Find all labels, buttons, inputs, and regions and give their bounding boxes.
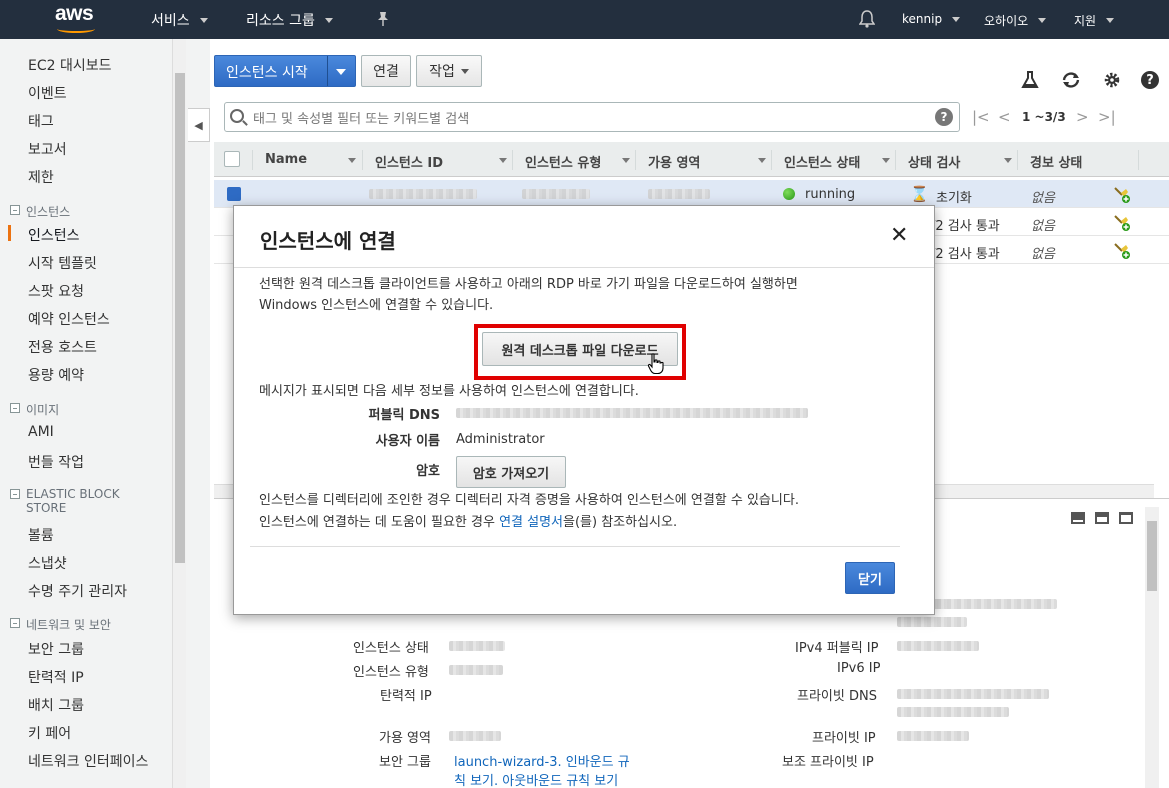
dialog-intro-line-1: 선택한 원격 데스크톱 클라이언트를 사용하고 아래의 RDP 바로 가기 파일… <box>259 277 798 292</box>
hand-cursor-icon <box>647 353 664 375</box>
directory-credentials-note: 인스턴스를 디렉터리에 조인한 경우 디렉터리 자격 증명을 사용하여 인스턴스… <box>259 493 799 508</box>
help-line: 인스턴스에 연결하는 데 도움이 필요한 경우 연결 설명서을(를) 참조하십시… <box>259 511 677 530</box>
redacted-public-dns <box>456 408 808 418</box>
dialog-header: 인스턴스에 연결 ✕ <box>234 206 934 268</box>
dialog-divider <box>250 546 900 547</box>
public-dns-label: 퍼블릭 DNS <box>368 408 440 423</box>
password-label: 암호 <box>416 464 440 479</box>
help-prefix: 인스턴스에 연결하는 데 도움이 필요한 경우 <box>259 515 500 530</box>
close-button[interactable]: 닫기 <box>845 562 895 594</box>
username-label: 사용자 이름 <box>375 434 440 449</box>
close-icon[interactable]: ✕ <box>890 225 908 247</box>
dialog-intro-line-2: Windows 인스턴스에 연결할 수 있습니다. <box>259 298 494 313</box>
connect-details-prompt: 메시지가 표시되면 다음 세부 정보를 사용하여 인스턴스에 연결합니다. <box>259 384 639 399</box>
username-value: Administrator <box>456 432 545 447</box>
get-password-button[interactable]: 암호 가져오기 <box>456 456 566 488</box>
connect-instance-dialog: 인스턴스에 연결 ✕ 선택한 원격 데스크톱 클라이언트를 사용하고 아래의 R… <box>233 205 935 615</box>
modal-overlay: 인스턴스에 연결 ✕ 선택한 원격 데스크톱 클라이언트를 사용하고 아래의 R… <box>0 0 1169 788</box>
help-suffix: 을(를) 참조하십시오. <box>563 515 678 530</box>
dialog-title: 인스턴스에 연결 <box>260 229 396 253</box>
connection-guide-link[interactable]: 연결 설명서 <box>499 515 563 530</box>
